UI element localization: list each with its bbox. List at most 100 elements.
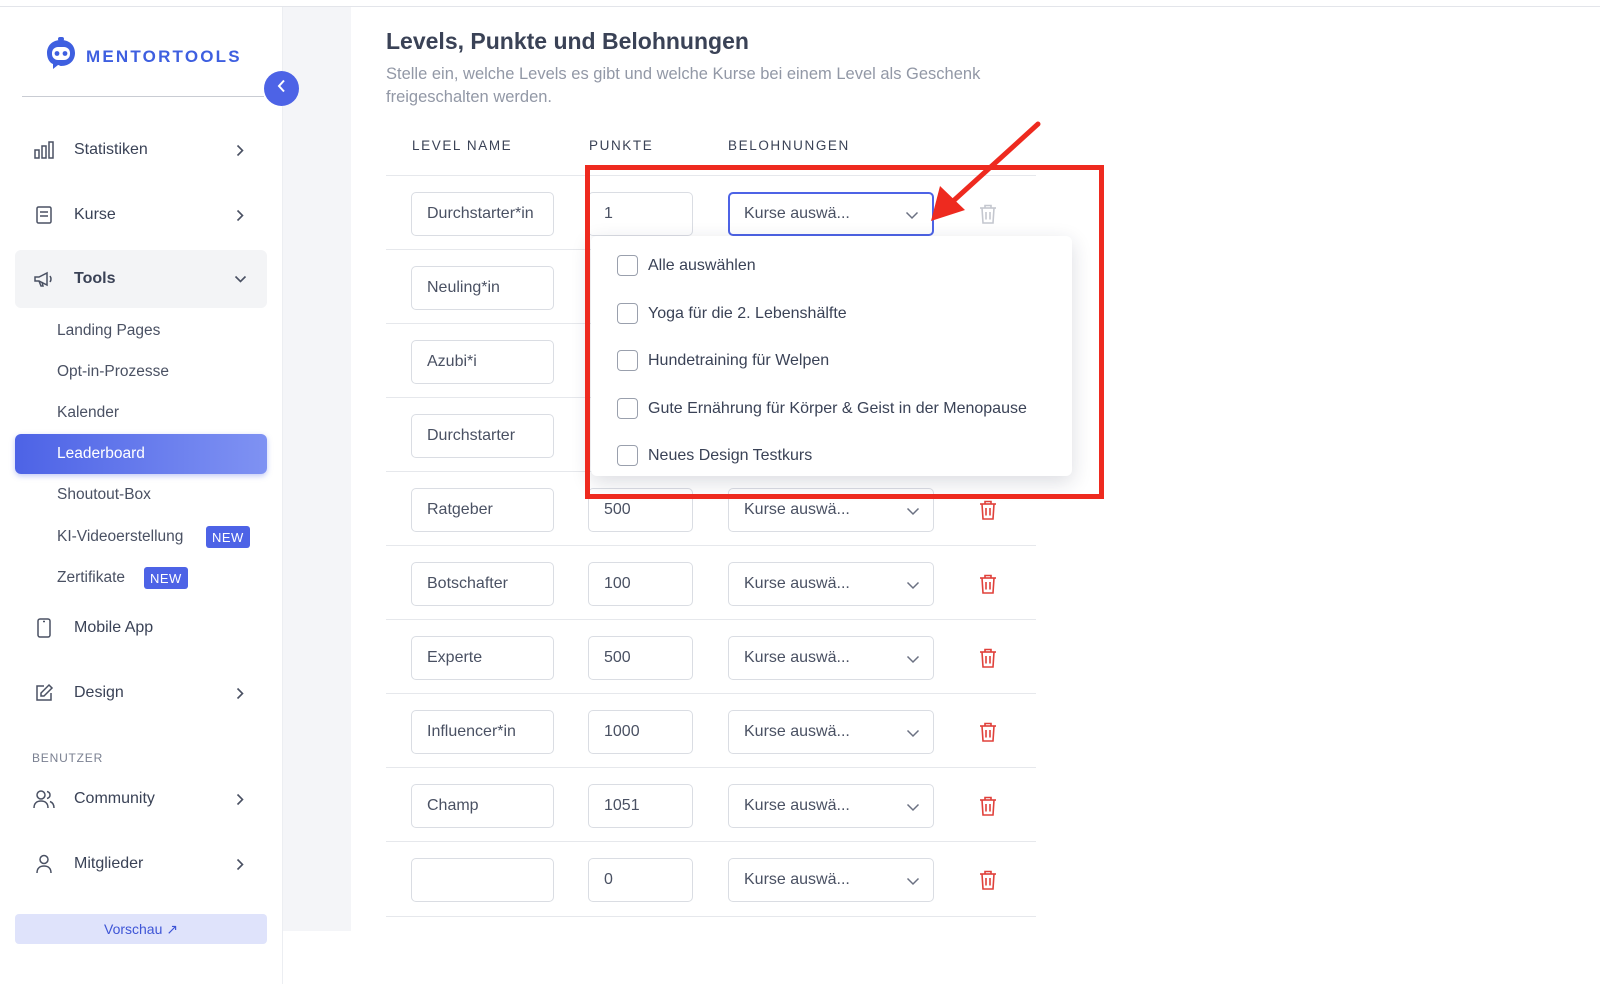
rewards-select[interactable]: Kurse auswä... <box>728 488 934 532</box>
level-name-input[interactable]: Experte <box>411 636 554 680</box>
sidebar-subitem-label: KI-Videoerstellung <box>57 528 184 545</box>
rewards-select[interactable]: Kurse auswä... <box>728 784 934 828</box>
level-name-input[interactable]: Botschafter <box>411 562 554 606</box>
sidebar-subitem-shoutout-box[interactable]: Shoutout-Box <box>15 475 267 515</box>
checkbox[interactable] <box>617 445 638 466</box>
rewards-select[interactable]: Kurse auswä... <box>728 710 934 754</box>
column-header-level-name: LEVEL NAME <box>412 138 513 153</box>
points-input[interactable]: 1000 <box>588 710 693 754</box>
sidebar-item-mitglieder[interactable]: Mitglieder <box>15 835 267 893</box>
rewards-select[interactable]: Kurse auswä... <box>728 192 934 236</box>
checkbox[interactable] <box>617 303 638 324</box>
sidebar-item-label: Tools <box>74 270 116 287</box>
sidebar-subitem-ki-videoerstellung[interactable]: KI-Videoerstellung NEW <box>15 517 267 557</box>
trash-icon <box>980 500 996 520</box>
level-name-input[interactable]: Azubi*i <box>411 340 554 384</box>
chevron-right-icon <box>233 208 247 222</box>
checkbox[interactable] <box>617 255 638 276</box>
points-input[interactable]: 500 <box>588 636 693 680</box>
row-divider <box>386 841 1036 842</box>
sidebar-item-statistiken[interactable]: Statistiken <box>15 121 267 179</box>
collapse-sidebar-button[interactable] <box>264 71 299 106</box>
rewards-select[interactable]: Kurse auswä... <box>728 636 934 680</box>
rewards-select[interactable]: Kurse auswä... <box>728 858 934 902</box>
delete-level-button[interactable] <box>978 499 998 521</box>
sidebar-subitem-leaderboard[interactable]: Leaderboard <box>15 434 267 474</box>
trash-icon <box>980 722 996 742</box>
select-placeholder: Kurse auswä... <box>744 649 850 666</box>
delete-level-button[interactable] <box>978 647 998 669</box>
rewards-dropdown-menu: Alle auswählen Yoga für die 2. Lebenshäl… <box>591 236 1072 476</box>
section-label-benutzer: BENUTZER <box>32 751 104 765</box>
delete-level-button[interactable] <box>978 795 998 817</box>
select-placeholder: Kurse auswä... <box>744 723 850 740</box>
trash-icon <box>980 796 996 816</box>
points-input[interactable]: 500 <box>588 488 693 532</box>
option-label: Hundetraining für Welpen <box>648 351 830 369</box>
level-name-input[interactable]: Ratgeber <box>411 488 554 532</box>
chevron-down-icon <box>906 725 920 739</box>
brand-logo[interactable]: MENTORTOOLS <box>44 37 242 76</box>
trash-icon <box>980 870 996 890</box>
option-label: Neues Design Testkurs <box>648 446 813 464</box>
chevron-down-icon <box>906 873 920 887</box>
points-input[interactable]: 1051 <box>588 784 693 828</box>
sidebar-subitem-kalender[interactable]: Kalender <box>15 393 267 433</box>
sidebar-item-label: Design <box>74 684 124 701</box>
level-name-input[interactable]: Neuling*in <box>411 266 554 310</box>
select-placeholder: Kurse auswä... <box>744 797 850 814</box>
level-name-input[interactable]: Durchstarter*in <box>411 192 554 236</box>
chevron-down-icon <box>906 577 920 591</box>
sidebar-item-kurse[interactable]: Kurse <box>15 186 267 244</box>
dropdown-option-course[interactable]: Hundetraining für Welpen <box>617 350 829 371</box>
sidebar-item-mobile-app[interactable]: Mobile App <box>15 599 267 657</box>
page-subtitle: Stelle ein, welche Levels es gibt und we… <box>386 65 981 106</box>
row-divider <box>386 693 1036 694</box>
sidebar-subitem-landing-pages[interactable]: Landing Pages <box>15 311 267 351</box>
phone-icon <box>33 617 55 639</box>
chevron-right-icon <box>233 857 247 871</box>
book-icon <box>33 204 55 226</box>
sidebar-subitem-zertifikate[interactable]: Zertifikate NEW <box>15 558 267 598</box>
rewards-select[interactable]: Kurse auswä... <box>728 562 934 606</box>
row-divider <box>386 767 1036 768</box>
dropdown-option-course[interactable]: Yoga für die 2. Lebenshälfte <box>617 303 847 324</box>
chevron-down-icon <box>905 207 919 221</box>
points-input[interactable]: 100 <box>588 562 693 606</box>
trash-icon <box>980 574 996 594</box>
sidebar-subitem-label: Opt-in-Prozesse <box>57 363 169 380</box>
sidebar-subitem-opt-in[interactable]: Opt-in-Prozesse <box>15 352 267 392</box>
delete-level-button[interactable] <box>978 869 998 891</box>
level-name-input[interactable]: Champ <box>411 784 554 828</box>
chevron-right-icon <box>233 792 247 806</box>
sidebar-subitem-label: Zertifikate <box>57 569 126 586</box>
delete-level-button[interactable] <box>978 721 998 743</box>
checkbox[interactable] <box>617 350 638 371</box>
column-header-belohnungen: BELOHNUNGEN <box>728 138 850 153</box>
preview-button[interactable]: Vorschau ↗ <box>15 914 267 944</box>
checkbox[interactable] <box>617 398 638 419</box>
delete-level-button[interactable] <box>978 573 998 595</box>
points-input[interactable]: 0 <box>588 858 693 902</box>
sidebar-item-label: Mitglieder <box>74 855 144 872</box>
page-title: Levels, Punkte und Belohnungen <box>386 28 749 54</box>
sidebar-item-tools[interactable]: Tools <box>15 250 267 308</box>
row-divider <box>386 916 1036 917</box>
chevron-down-icon <box>233 272 247 286</box>
sidebar-item-design[interactable]: Design <box>15 664 267 722</box>
bar-chart-icon <box>33 139 55 161</box>
dropdown-option-course[interactable]: Gute Ernährung für Körper & Geist in der… <box>617 398 1027 419</box>
level-name-input[interactable]: Influencer*in <box>411 710 554 754</box>
sidebar-item-label: Community <box>74 790 155 807</box>
chevron-down-icon <box>906 799 920 813</box>
points-input[interactable]: 1 <box>588 192 693 236</box>
new-badge: NEW <box>144 567 188 589</box>
sidebar-item-community[interactable]: Community <box>15 770 267 828</box>
level-name-input[interactable] <box>411 858 554 902</box>
annotation-arrow-icon <box>931 121 1041 221</box>
sidebar-subitem-label: Leaderboard <box>57 445 145 462</box>
level-name-input[interactable]: Durchstarter <box>411 414 554 458</box>
dropdown-option-select-all[interactable]: Alle auswählen <box>617 255 756 276</box>
option-label: Yoga für die 2. Lebenshälfte <box>648 304 847 322</box>
dropdown-option-course[interactable]: Neues Design Testkurs <box>617 445 812 466</box>
